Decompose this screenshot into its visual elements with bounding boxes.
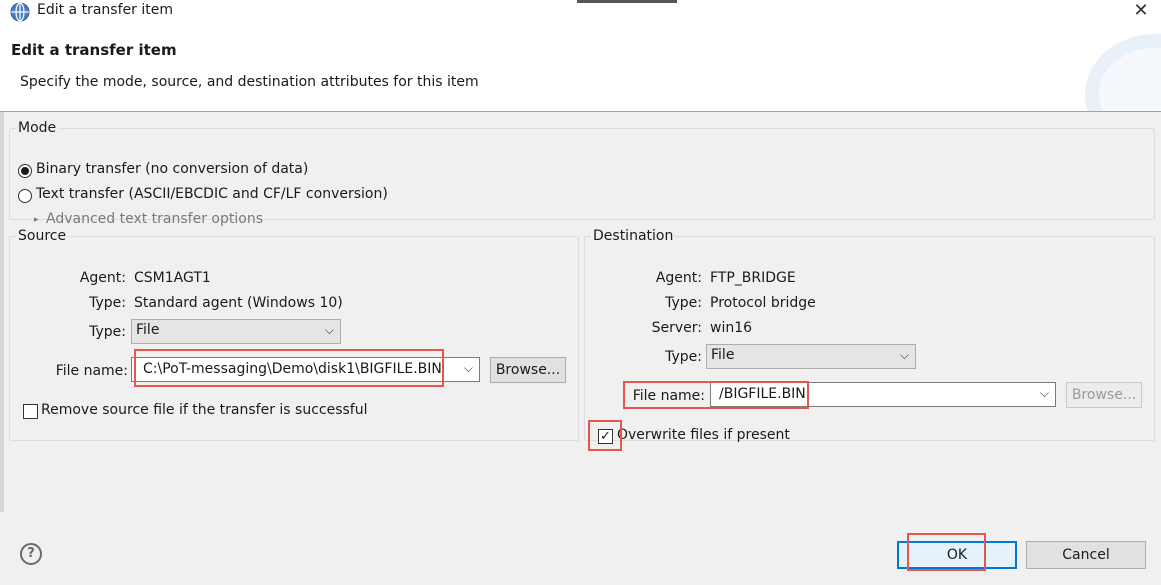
source-file-highlight bbox=[134, 349, 444, 387]
chevron-down-icon[interactable]: ⌵ bbox=[1040, 386, 1049, 401]
title-bar: Edit a transfer item ✕ bbox=[0, 0, 1161, 24]
source-type-select-label: Type: bbox=[89, 324, 126, 340]
destination-type-select[interactable]: File ⌵ bbox=[706, 344, 916, 369]
window-title: Edit a transfer item bbox=[37, 2, 173, 18]
destination-type-select-label: Type: bbox=[665, 349, 702, 365]
cancel-button[interactable]: Cancel bbox=[1026, 541, 1146, 569]
advanced-options-toggle: Advanced text transfer options bbox=[46, 211, 263, 227]
source-type-label: Type: bbox=[89, 295, 126, 311]
destination-server-value: win16 bbox=[710, 320, 753, 336]
destination-browse-button: Browse... bbox=[1066, 382, 1142, 408]
source-type-value: Standard agent (Windows 10) bbox=[134, 295, 343, 311]
close-icon[interactable]: ✕ bbox=[1127, 0, 1155, 24]
chevron-down-icon: ⌵ bbox=[899, 348, 909, 362]
destination-server-label: Server: bbox=[651, 320, 702, 336]
overwrite-highlight bbox=[588, 420, 622, 451]
destination-file-highlight bbox=[623, 381, 809, 409]
destination-type-select-value: File bbox=[711, 347, 735, 363]
destination-group: Destination Agent: FTP_BRIDGE Type: Prot… bbox=[584, 228, 1155, 451]
page-title: Edit a transfer item bbox=[11, 41, 177, 59]
destination-type-value: Protocol bridge bbox=[710, 295, 816, 311]
title-drag-handle[interactable] bbox=[577, 0, 677, 3]
binary-transfer-label[interactable]: Binary transfer (no conversion of data) bbox=[36, 161, 308, 177]
dialog-header: Edit a transfer item Specify the mode, s… bbox=[0, 24, 1161, 112]
mode-group: Mode Binary transfer (no conversion of d… bbox=[9, 120, 1155, 227]
source-agent-value: CSM1AGT1 bbox=[134, 270, 211, 286]
remove-source-checkbox[interactable] bbox=[23, 404, 38, 419]
destination-agent-value: FTP_BRIDGE bbox=[710, 270, 796, 286]
background-strip bbox=[0, 112, 4, 512]
destination-legend: Destination bbox=[593, 228, 674, 244]
text-transfer-radio[interactable] bbox=[18, 189, 32, 203]
source-group: Source Agent: CSM1AGT1 Type: Standard ag… bbox=[9, 228, 579, 441]
destination-agent-label: Agent: bbox=[655, 270, 702, 286]
expand-triangle-icon: ▸ bbox=[34, 215, 39, 225]
mode-legend: Mode bbox=[18, 120, 57, 136]
source-legend: Source bbox=[18, 228, 67, 244]
globe-icon bbox=[10, 2, 30, 22]
source-file-label: File name: bbox=[55, 363, 128, 379]
binary-transfer-radio[interactable] bbox=[18, 164, 32, 178]
destination-type-label: Type: bbox=[665, 295, 702, 311]
source-type-select[interactable]: File ⌵ bbox=[131, 319, 341, 344]
overwrite-label[interactable]: Overwrite files if present bbox=[617, 427, 790, 443]
source-agent-label: Agent: bbox=[79, 270, 126, 286]
help-icon[interactable]: ? bbox=[20, 543, 42, 565]
text-transfer-label[interactable]: Text transfer (ASCII/EBCDIC and CF/LF co… bbox=[36, 186, 388, 202]
chevron-down-icon: ⌵ bbox=[324, 323, 334, 337]
chevron-down-icon[interactable]: ⌵ bbox=[464, 361, 473, 376]
source-type-select-value: File bbox=[136, 322, 160, 338]
page-description: Specify the mode, source, and destinatio… bbox=[20, 74, 479, 90]
remove-source-label[interactable]: Remove source file if the transfer is su… bbox=[41, 402, 368, 418]
ok-highlight bbox=[907, 533, 986, 571]
source-browse-button[interactable]: Browse... bbox=[490, 357, 566, 383]
header-decoration bbox=[1085, 34, 1161, 111]
